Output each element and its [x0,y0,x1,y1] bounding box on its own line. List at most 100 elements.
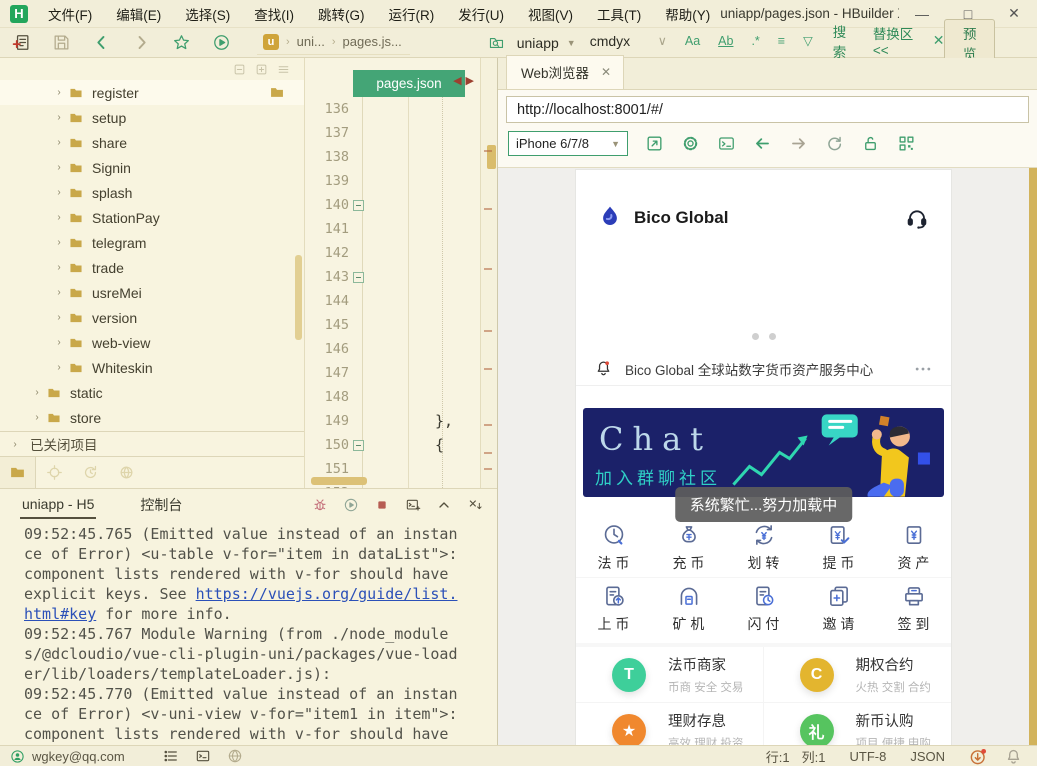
editor-hscrollbar[interactable] [311,477,367,485]
quick-action-withdraw-card[interactable]: 提 币 [801,518,876,578]
console-tab-uniapp-h5[interactable]: uniapp - H5 [20,491,96,519]
tree-item-whiteskin[interactable]: ›Whiteskin [0,355,304,380]
match-case-icon[interactable]: Aa [685,34,700,48]
tree-item-web-view[interactable]: ›web-view [0,330,304,355]
notice-bar[interactable]: Bico Global 全球站数字货币资产服务中心 [576,352,951,386]
device-selector[interactable]: iPhone 6/7/8 ▼ [508,131,628,156]
cursor-col[interactable]: 列:1 [802,747,826,766]
menu-s[interactable]: 选择(S) [175,1,240,27]
feature-card[interactable]: T法币商家币商 安全 交易 [576,647,764,703]
regex-icon[interactable]: .* [751,34,759,48]
search-input[interactable]: cmdyx [590,33,654,49]
more-dots-icon[interactable] [913,359,933,379]
replace-button[interactable]: 替换区<< [873,23,915,58]
back-arrow-icon[interactable] [753,134,772,153]
fold-marker-icon[interactable] [353,440,364,451]
code-line-141[interactable]: 141 [305,217,480,241]
quick-action-invite-plus[interactable]: 邀 请 [801,578,876,638]
chevron-down-icon[interactable]: ∨ [658,33,667,48]
quick-action-clock-yen[interactable]: 法 币 [576,518,651,578]
fold-marker-icon[interactable] [353,200,364,211]
code-line-146[interactable]: 146 [305,337,480,361]
tree-item-version[interactable]: ›version [0,305,304,330]
quick-action-miner[interactable]: 矿 机 [651,578,726,638]
settings-icon[interactable] [681,134,700,153]
whole-word-icon[interactable]: Ab [718,34,733,48]
quick-action-doc-clock[interactable]: 闪 付 [726,578,801,638]
cursor-line[interactable]: 行:1 [766,747,790,766]
code-line-140[interactable]: 140 [305,193,480,217]
breadcrumb[interactable]: u › uni... › pages.js... [257,31,410,55]
closed-projects-row[interactable]: › 已关闭项目 [0,431,304,456]
carousel-dots[interactable] [576,333,951,340]
breadcrumb-file[interactable]: pages.js... [343,34,402,49]
restart-icon[interactable] [343,497,359,513]
account-person-icon[interactable] [10,749,25,764]
code-line-145[interactable]: 145 [305,313,480,337]
quick-action-transfer-yen[interactable]: 划 转 [726,518,801,578]
terminal-plus-icon[interactable] [405,497,421,513]
open-external-icon[interactable] [645,134,664,153]
code-line-149[interactable]: 149}, [305,409,480,433]
encoding-indicator[interactable]: UTF-8 [849,749,886,764]
feature-card[interactable]: 礼新币认购项目 便捷 申购 [764,703,952,745]
devtools-icon[interactable] [717,134,736,153]
close-down-icon[interactable] [467,497,483,513]
project-selector[interactable]: uniapp ▼ [517,35,576,51]
back-icon[interactable] [92,33,111,52]
new-file-icon[interactable] [12,33,31,52]
menu-g[interactable]: 跳转(G) [308,1,375,27]
list-lines-icon[interactable] [163,748,179,764]
tree-item-signin[interactable]: ›Signin [0,155,304,180]
quick-action-doc-up[interactable]: 上 币 [576,578,651,638]
tree-item-static[interactable]: ›static [0,380,304,405]
panel-tab-history-dim-icon[interactable] [72,457,108,488]
tab-scroll-arrows[interactable]: ◀▶ [453,74,478,87]
search-in-project-icon[interactable] [488,33,505,52]
refresh-icon[interactable] [825,134,844,153]
code-line-138[interactable]: 138 [305,145,480,169]
code-line-150[interactable]: 150{ [305,433,480,457]
save-icon[interactable] [52,33,71,52]
chat-banner[interactable]: Chat 加入群聊社区 [583,408,944,497]
search-button[interactable]: 搜索 [833,21,853,61]
code-line-147[interactable]: 147 [305,361,480,385]
tree-item-telegram[interactable]: ›telegram [0,230,304,255]
browser-tab[interactable]: Web浏览器 ✕ [506,55,624,89]
panel-tab-web-dim-icon[interactable] [108,457,144,488]
tree-scrollbar[interactable] [295,255,302,340]
debug-icon[interactable] [312,497,328,513]
globe-icon[interactable] [227,748,243,764]
close-search-icon[interactable]: ✕ [933,32,945,49]
url-input[interactable] [517,102,1018,118]
code-line-137[interactable]: 137 [305,121,480,145]
console-tab-kongzhitai[interactable]: 控制台 [138,490,184,520]
feature-card[interactable]: C期权合约火热 交割 合约 [764,647,952,703]
close-tab-icon[interactable]: ✕ [601,65,611,79]
terminal-small-icon[interactable] [195,748,211,764]
quick-action-moneybag[interactable]: 充 币 [651,518,726,578]
tree-item-store[interactable]: ›store [0,405,304,430]
tree-item-share[interactable]: ›share [0,130,304,155]
feature-card[interactable]: ★理财存息高效 理财 投资 [576,703,764,745]
preview-scrollbar[interactable] [1029,168,1037,745]
overview-ruler[interactable] [480,58,497,488]
code-line-139[interactable]: 139 [305,169,480,193]
run-icon[interactable] [212,33,231,52]
editor-vscrollbar[interactable] [487,145,496,169]
editor-tab-pagesjson[interactable]: pages.json [353,70,465,97]
tree-item-setup[interactable]: ›setup [0,105,304,130]
quick-action-asset-yen[interactable]: 资 产 [876,518,951,578]
filter-icon[interactable]: ▽ [803,33,813,48]
tree-item-splash[interactable]: ›splash [0,180,304,205]
account-email[interactable]: wgkey@qq.com [32,749,125,764]
tree-item-stationpay[interactable]: ›StationPay [0,205,304,230]
code-line-148[interactable]: 148 [305,385,480,409]
menu-r[interactable]: 运行(R) [379,1,445,27]
breadcrumb-project[interactable]: uni... [297,34,325,49]
url-bar[interactable] [506,96,1029,123]
tree-item-trade[interactable]: ›trade [0,255,304,280]
code-line-142[interactable]: 142 [305,241,480,265]
collapse-icon[interactable] [436,497,452,513]
panel-tab-debug-dim-icon[interactable] [36,457,72,488]
